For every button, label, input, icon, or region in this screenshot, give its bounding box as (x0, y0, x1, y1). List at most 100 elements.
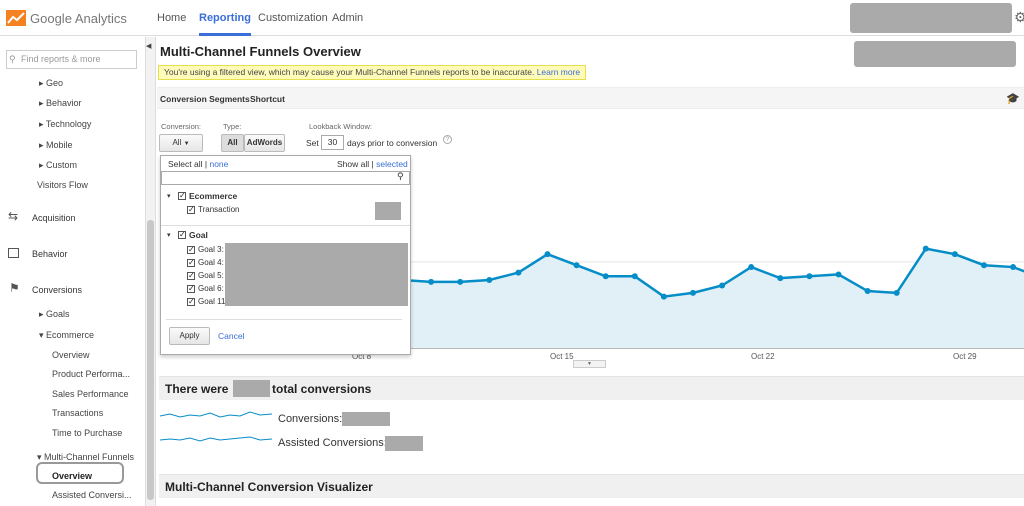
assisted-conversions-label: Assisted Conversions: (278, 437, 387, 449)
expand-arrow-icon[interactable]: ▾ (167, 231, 171, 239)
select-all-link[interactable]: Select all (168, 159, 203, 169)
help-icon[interactable]: ? (443, 135, 452, 144)
checkbox-transaction[interactable]: ✓ (187, 206, 195, 214)
chart-point[interactable] (777, 275, 784, 282)
sidebar-item-assisted-conversions[interactable]: Assisted Conversi... (52, 490, 132, 500)
sidebar-item-visitors-flow[interactable]: Visitors Flow (37, 180, 88, 190)
divider (161, 225, 410, 226)
flag-icon: ⚑ (9, 281, 20, 295)
overview-highlight (36, 462, 124, 484)
sidebar-item-behavior[interactable]: ▸ Behavior (39, 98, 82, 109)
chart-point[interactable] (893, 289, 900, 296)
checkbox-goal-4[interactable]: ✓ (187, 259, 195, 267)
sidebar: Find reports & more ⚲ ▸ Geo ▸ Behavior ▸… (0, 37, 146, 506)
show-controls: Show all | selected (337, 159, 408, 169)
sidebar-item-transactions[interactable]: Transactions (52, 408, 103, 418)
chart-point[interactable] (806, 273, 813, 280)
chart-point[interactable] (515, 269, 522, 276)
lookback-days-input[interactable]: 30 (321, 135, 344, 150)
collapse-arrow-icon[interactable]: ◀ (146, 42, 151, 50)
visualizer-title: Multi-Channel Conversion Visualizer (165, 480, 373, 494)
group-ecommerce: Ecommerce (189, 191, 238, 201)
item-goal-4: Goal 4: (198, 258, 224, 267)
show-all-link[interactable]: Show all (337, 159, 369, 169)
sidebar-item-time-to-purchase[interactable]: Time to Purchase (52, 428, 122, 438)
chart-point[interactable] (981, 262, 987, 269)
sidebar-section-acquisition[interactable]: Acquisition (32, 213, 76, 223)
learn-more-link[interactable]: Learn more (537, 67, 580, 77)
chart-point[interactable] (428, 278, 435, 285)
sidebar-item-geo[interactable]: ▸ Geo (39, 78, 63, 89)
sidebar-item-mobile[interactable]: ▸ Mobile (39, 140, 73, 151)
nav-customization[interactable]: Customization (258, 0, 328, 36)
sidebar-scroll-thumb[interactable] (147, 220, 154, 500)
chart-point[interactable] (544, 251, 551, 258)
conversion-selector-panel: Select all | none Show all | selected ⚲ … (160, 155, 411, 355)
sidebar-item-ecom-overview[interactable]: Overview (52, 350, 90, 360)
redacted-value (375, 202, 401, 220)
nav-admin[interactable]: Admin (332, 0, 363, 36)
sidebar-item-product-performance[interactable]: Product Performa... (52, 369, 130, 379)
conversions-sparkline (160, 411, 272, 418)
checkbox-ecommerce[interactable]: ✓ (178, 192, 186, 200)
select-none-link[interactable]: none (209, 159, 228, 169)
tab-shortcut[interactable]: Shortcut (250, 94, 285, 104)
chart-expand-handle[interactable]: ▼ (573, 360, 606, 368)
sidebar-item-technology[interactable]: ▸ Technology (39, 119, 91, 130)
chart-point[interactable] (602, 273, 609, 280)
chart-point[interactable] (951, 251, 958, 258)
summary-header: There were total conversions (159, 376, 1024, 400)
visualizer-header: Multi-Channel Conversion Visualizer (159, 474, 1024, 498)
summary-suffix: total conversions (272, 382, 372, 396)
tab-conversion-segments[interactable]: Conversion Segments (160, 94, 250, 104)
separator: | (204, 159, 208, 169)
chart-point[interactable] (660, 293, 667, 300)
conversion-search-input[interactable] (161, 171, 410, 185)
conversion-label: Conversion: (161, 122, 202, 131)
days-label: days prior to conversion (347, 138, 438, 148)
sidebar-item-sales-performance[interactable]: Sales Performance (52, 389, 129, 399)
checkbox-goal-5[interactable]: ✓ (187, 272, 195, 280)
chart-point[interactable] (922, 245, 929, 252)
sidebar-item-goals[interactable]: ▸ Goals (39, 309, 70, 320)
chart-point[interactable] (573, 262, 580, 269)
expand-arrow-icon[interactable]: ▾ (167, 192, 171, 200)
chart-point[interactable] (748, 264, 755, 271)
chart-point[interactable] (719, 282, 726, 289)
sidebar-section-conversions[interactable]: Conversions (32, 285, 82, 295)
sidebar-item-custom[interactable]: ▸ Custom (39, 160, 77, 171)
chart-point[interactable] (835, 271, 842, 278)
apply-button[interactable]: Apply (169, 327, 210, 345)
graduation-cap-icon[interactable]: 🎓 (1006, 92, 1020, 105)
nav-home[interactable]: Home (157, 0, 186, 36)
chart-point[interactable] (690, 289, 696, 296)
nav-reporting[interactable]: Reporting (199, 0, 251, 36)
warning-text: You're using a filtered view, which may … (164, 67, 535, 77)
chart-point[interactable] (1010, 264, 1017, 271)
type-all-button[interactable]: All (221, 134, 244, 152)
dropdown-arrow-icon: ▼ (183, 141, 190, 147)
page-icon (8, 248, 19, 258)
gear-icon[interactable]: ⚙ (1014, 9, 1024, 26)
checkbox-goal-6[interactable]: ✓ (187, 285, 195, 293)
type-adwords-button[interactable]: AdWords (244, 134, 285, 152)
chart-point[interactable] (864, 288, 871, 295)
checkbox-goal-3[interactable]: ✓ (187, 246, 195, 254)
show-selected-link[interactable]: selected (376, 159, 408, 169)
google-analytics-logo[interactable]: Google Analytics (6, 8, 127, 28)
sidebar-section-behavior[interactable]: Behavior (32, 249, 68, 259)
chart-point[interactable] (486, 276, 493, 283)
conversion-dropdown[interactable]: All ▼ (159, 134, 203, 152)
cancel-link[interactable]: Cancel (218, 331, 244, 341)
search-input[interactable]: Find reports & more (6, 50, 137, 69)
checkbox-goal[interactable]: ✓ (178, 231, 186, 239)
select-controls: Select all | none (168, 159, 228, 169)
account-selector-redacted[interactable] (850, 3, 1012, 33)
group-goal: Goal (189, 230, 208, 240)
divider (166, 319, 402, 320)
checkbox-goal-11[interactable]: ✓ (187, 298, 195, 306)
date-range-redacted[interactable] (854, 41, 1016, 67)
chart-point[interactable] (631, 273, 638, 280)
chart-point[interactable] (457, 278, 464, 285)
sidebar-item-ecommerce[interactable]: ▾ Ecommerce (39, 330, 94, 341)
